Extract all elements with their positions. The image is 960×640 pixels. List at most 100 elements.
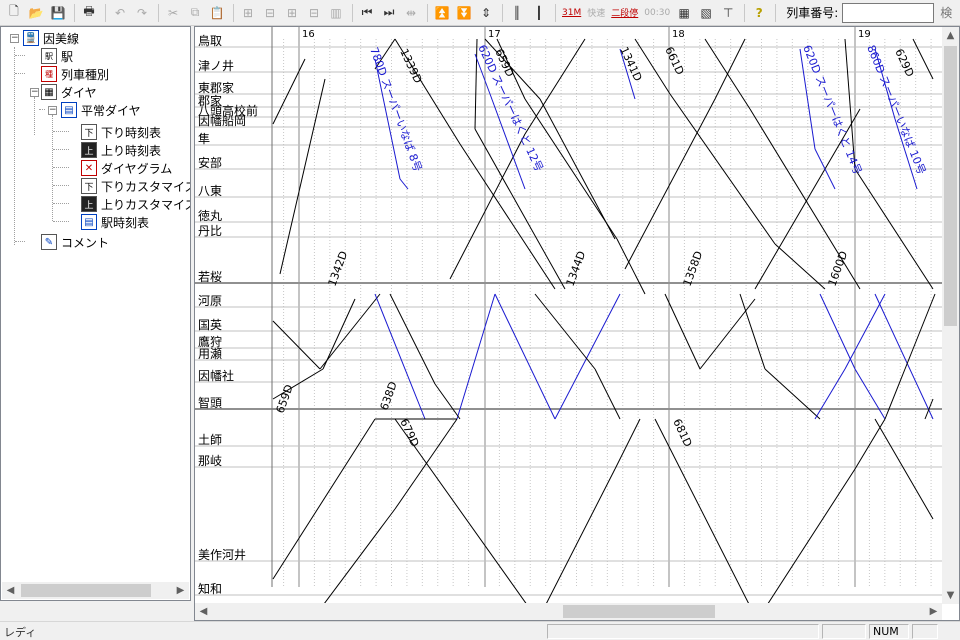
tree-line xyxy=(53,185,69,186)
scroll-thumb[interactable] xyxy=(21,584,151,597)
scroll-fit-icon[interactable]: ⇕ xyxy=(476,3,496,23)
tree-item-comment[interactable]: ✎ コメント xyxy=(41,233,109,251)
diagram-vertical-scrollbar[interactable]: ▲ ▼ xyxy=(942,27,959,604)
train-diagram-panel[interactable]: 鳥取 津ノ井 東郡家 郡家 八頭高校前 因幡船岡隼安部 八東 徳丸 丹比 若桜 河原 国英 鷹狩 用瀬 因幡… xyxy=(194,26,960,621)
table-icon: ▦ xyxy=(41,84,57,100)
scroll-thumb[interactable] xyxy=(944,46,957,326)
up-custom-icon: 上 xyxy=(81,196,97,212)
narrow-grid-icon[interactable]: ┃ xyxy=(529,3,549,23)
search-button[interactable]: 検 xyxy=(940,4,952,21)
train-line xyxy=(884,368,906,420)
station-label: 那岐 xyxy=(198,454,222,468)
open-icon[interactable]: 📂 xyxy=(26,3,46,23)
tree-line xyxy=(53,149,69,150)
rapid-toggle[interactable]: 快速 xyxy=(585,3,607,23)
cut-icon[interactable]: ✂ xyxy=(163,3,183,23)
paste-icon[interactable]: 📋 xyxy=(207,3,227,23)
num-lock-indicator: NUM xyxy=(869,624,909,639)
tree-item-dia[interactable]: ▦ ダイヤ xyxy=(41,83,97,101)
tree-item-train-type[interactable]: 種 列車種別 xyxy=(41,65,109,83)
tree-collapse-toggle[interactable]: − xyxy=(48,106,57,115)
tree-item-station-timetable[interactable]: ▤ 駅時刻表 xyxy=(81,213,149,231)
diagram-view-icon[interactable]: ▦ xyxy=(674,3,694,23)
down-custom-icon: 下 xyxy=(81,178,97,194)
train-line xyxy=(279,78,326,275)
train-label: 638D xyxy=(378,380,400,412)
wide-grid-icon[interactable]: ║ xyxy=(507,3,527,23)
tree-item-station[interactable]: 駅 駅 xyxy=(41,47,73,65)
train-line xyxy=(474,128,566,290)
diagram-view2-icon[interactable]: ▧ xyxy=(696,3,716,23)
tree-item-diagram[interactable]: ✕ ダイヤグラム xyxy=(81,159,172,177)
tree-item-label: 列車種別 xyxy=(61,67,110,82)
scroll-bottom-icon[interactable]: ⏬ xyxy=(454,3,474,23)
scroll-top-icon[interactable]: ⏫ xyxy=(432,3,452,23)
tree-line xyxy=(53,167,69,168)
train-line xyxy=(456,293,496,420)
app-window: 🗋 📂 💾 🖶 ↶ ↷ ✂ ⧉ 📋 ⊞ ⊟ ⊞ ⊟ ▥ ⏮ ⏭ ⇹ ⏫ ⏬ ⇕ … xyxy=(0,0,960,640)
train-number-input[interactable] xyxy=(842,2,935,23)
tree-line xyxy=(15,241,25,242)
station-label: 隼 xyxy=(198,131,210,146)
copy-icon[interactable]: ⧉ xyxy=(185,3,205,23)
comment-icon: ✎ xyxy=(41,234,57,250)
tree-item-label: 下り時刻表 xyxy=(101,125,162,140)
station-label: 徳丸 xyxy=(198,208,222,223)
tree-item-label: 因美線 xyxy=(43,31,80,46)
help-icon[interactable]: ? xyxy=(749,3,769,23)
time-toggle[interactable]: 00:30 xyxy=(642,3,672,23)
first-icon[interactable]: ⏮ xyxy=(357,3,377,23)
scroll-left-icon[interactable]: ◀ xyxy=(2,582,19,599)
delete-col-icon[interactable]: ⊟ xyxy=(304,3,324,23)
tree-item-normal-dia[interactable]: ▤ 平常ダイヤ xyxy=(61,101,141,119)
save-icon[interactable]: 💾 xyxy=(48,3,68,23)
train-line xyxy=(874,293,934,420)
stop-toggle[interactable]: 二段停 xyxy=(609,3,640,23)
train-label: 629D xyxy=(892,47,916,79)
print-icon[interactable]: 🖶 xyxy=(79,3,99,23)
tree-panel: − 🚆 因美線 駅 駅 種 列車種別 − ▦ ダイヤ − ▤ 平常ダイヤ 下 下… xyxy=(0,26,191,601)
tree-item-up-custom[interactable]: 上 上りカスタマイズ時 xyxy=(81,195,190,213)
diagram-view3-icon[interactable]: ⊤ xyxy=(718,3,738,23)
redo-icon[interactable]: ↷ xyxy=(132,3,152,23)
tree-line xyxy=(53,131,69,132)
train-number-toggle[interactable]: 31M xyxy=(560,3,583,23)
status-text: レディ xyxy=(4,626,37,639)
diagram-horizontal-scrollbar[interactable]: ◀ ▶ xyxy=(195,603,942,620)
next-icon[interactable]: ⏭ xyxy=(379,3,399,23)
tree-item-down-custom[interactable]: 下 下りカスタマイズ時 xyxy=(81,177,190,195)
train-line xyxy=(322,298,356,370)
tree-item-root[interactable]: 🚆 因美線 xyxy=(23,29,79,47)
tree-collapse-toggle[interactable]: − xyxy=(30,88,39,97)
scroll-down-icon[interactable]: ▼ xyxy=(942,587,959,604)
tree-line xyxy=(15,55,25,56)
station-label: 河原 xyxy=(198,294,222,308)
diagram-canvas[interactable]: 鳥取津ノ井東郡家郡家八頭高校前因幡船岡隼安部八東徳丸丹比若桜河原国英鷹狩用瀬因幡… xyxy=(195,27,942,604)
tree-collapse-toggle[interactable]: − xyxy=(10,34,19,43)
tree-item-down-timetable[interactable]: 下 下り時刻表 xyxy=(81,123,161,141)
format-icon[interactable]: ▥ xyxy=(326,3,346,23)
train-line xyxy=(272,58,306,125)
tree-horizontal-scrollbar[interactable]: ◀ ▶ xyxy=(2,582,189,599)
hour-label: 17 xyxy=(488,29,501,40)
insert-col-icon[interactable]: ⊞ xyxy=(282,3,302,23)
fit-width-icon[interactable]: ⇹ xyxy=(401,3,421,23)
station-label: 智頭 xyxy=(198,395,222,410)
delete-row-icon[interactable]: ⊟ xyxy=(260,3,280,23)
scroll-left-icon[interactable]: ◀ xyxy=(195,603,212,620)
tree-item-label: コメント xyxy=(61,235,110,250)
tree-item-up-timetable[interactable]: 上 上り時刻表 xyxy=(81,141,161,159)
toolbar-separator xyxy=(352,3,353,22)
train-line xyxy=(814,368,846,420)
table-icon: ▤ xyxy=(61,102,77,118)
undo-icon[interactable]: ↶ xyxy=(110,3,130,23)
new-icon[interactable]: 🗋 xyxy=(4,3,24,23)
scroll-right-icon[interactable]: ▶ xyxy=(172,582,189,599)
status-pane xyxy=(822,624,866,639)
scroll-up-icon[interactable]: ▲ xyxy=(942,27,959,44)
train-line xyxy=(854,368,886,420)
scroll-right-icon[interactable]: ▶ xyxy=(925,603,942,620)
insert-row-icon[interactable]: ⊞ xyxy=(238,3,258,23)
tree-item-label: 駅 xyxy=(61,49,74,64)
scroll-thumb[interactable] xyxy=(563,605,715,618)
